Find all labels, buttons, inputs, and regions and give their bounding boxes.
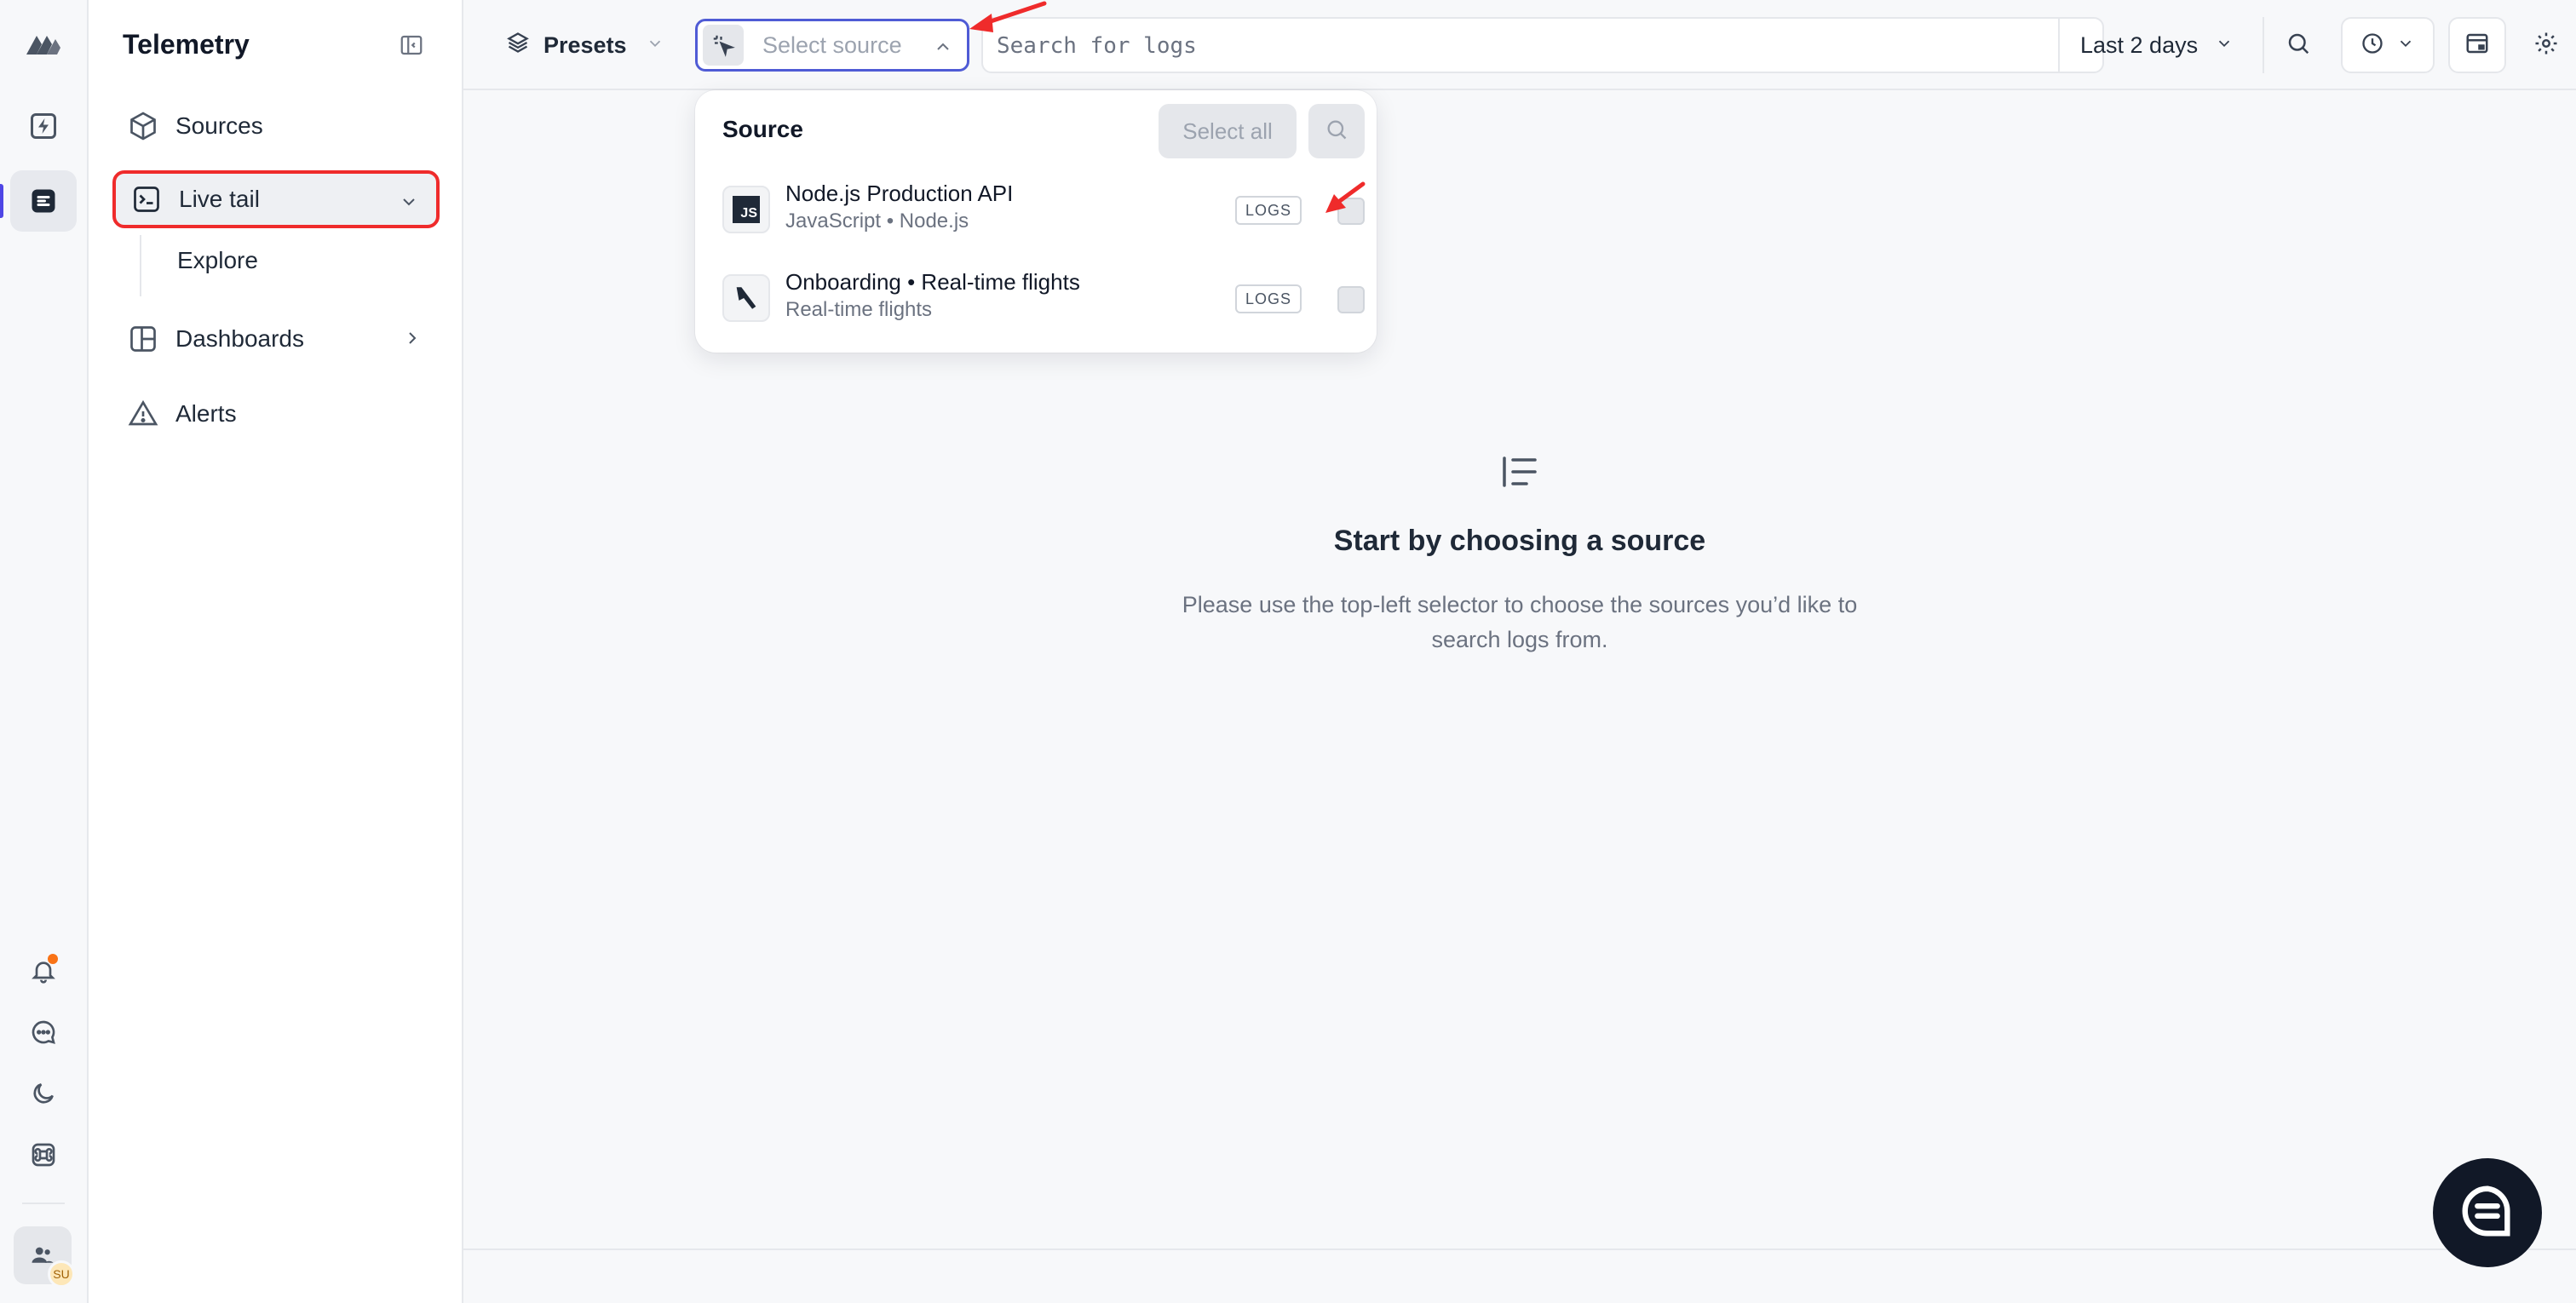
select-source-label: Select source: [762, 32, 902, 58]
gear-icon: [2533, 31, 2559, 60]
source-name: Node.js Production API: [785, 181, 1014, 206]
logs-tag: LOGS: [1235, 284, 1302, 313]
sidebar-item-live-tail[interactable]: Live tail: [112, 170, 440, 228]
icon-rail: SU: [0, 0, 89, 1303]
cube-icon: [126, 109, 160, 143]
presets-label: Presets: [543, 32, 627, 58]
source-item[interactable]: JS Node.js Production API JavaScript • N…: [722, 174, 1365, 242]
source-dropdown-panel: Source Select all JS Node.js Production …: [695, 90, 1377, 353]
chat-bubble-icon: [2458, 1181, 2517, 1245]
source-subtitle: JavaScript • Node.js: [785, 210, 969, 232]
toolbar: Presets Select source Last 2 days: [463, 0, 2576, 90]
dropdown-title: Source: [722, 116, 803, 142]
empty-state-title: Start by choosing a source: [1333, 525, 1706, 557]
select-all-button[interactable]: Select all: [1159, 104, 1297, 158]
annotation-arrow-icon: [969, 1, 1047, 32]
time-range-label: Last 2 days: [2080, 32, 2199, 58]
avatar[interactable]: SU: [14, 1226, 75, 1288]
dropdown-search-button[interactable]: [1308, 104, 1365, 158]
sidebar-item-label: Sources: [175, 112, 263, 139]
js-icon-text: JS: [733, 196, 760, 223]
chat-support-button[interactable]: [2433, 1158, 2542, 1267]
chevron-right-icon: [402, 327, 423, 354]
source-subtitle: Real-time flights: [785, 298, 933, 321]
airplane-icon: [722, 274, 770, 322]
chevron-up-icon: [933, 37, 953, 61]
javascript-icon: JS: [722, 186, 770, 233]
search-bar: [981, 17, 2104, 73]
sidebar-item-label: Dashboards: [175, 325, 304, 352]
active-indicator: [0, 184, 3, 218]
logs-tag: LOGS: [1235, 196, 1302, 225]
sidebar-item-label: Alerts: [175, 400, 237, 427]
layers-icon: [506, 31, 530, 60]
moon-icon[interactable]: [10, 1063, 77, 1124]
bell-icon[interactable]: [10, 940, 77, 1002]
settings-button[interactable]: [2528, 27, 2564, 63]
logo-icon[interactable]: [10, 14, 77, 75]
select-source-dropdown[interactable]: Select source: [695, 19, 969, 72]
live-refresh-button[interactable]: [2341, 17, 2435, 73]
search-input[interactable]: [997, 29, 2053, 63]
avatar-initials: SU: [48, 1260, 75, 1288]
empty-state-description: Please use the top-left selector to choo…: [1182, 592, 1858, 652]
bolt-icon[interactable]: [10, 95, 77, 157]
chevron-down-icon: [2396, 34, 2415, 57]
chevron-down-icon: [2215, 32, 2234, 59]
alert-triangle-icon: [126, 397, 160, 431]
sidebar-item-sources[interactable]: Sources: [112, 97, 440, 155]
clock-icon: [2360, 32, 2384, 60]
logs-icon[interactable]: [10, 170, 77, 232]
search-icon: [2286, 31, 2311, 60]
search-button[interactable]: [2263, 17, 2332, 73]
time-range-dropdown[interactable]: Last 2 days: [2058, 17, 2263, 73]
notification-dot: [48, 954, 58, 964]
chevron-down-icon: [399, 191, 419, 218]
sidebar-item-explore[interactable]: Explore: [177, 247, 258, 274]
bottom-divider: [463, 1248, 2576, 1250]
chevron-down-icon: [646, 32, 664, 59]
source-checkbox[interactable]: [1337, 286, 1365, 313]
sidebar-item-dashboards[interactable]: Dashboards: [112, 310, 440, 368]
subnav-line: [140, 235, 141, 296]
presets-button[interactable]: Presets: [506, 26, 664, 65]
sidebar-title: Telemetry: [123, 29, 250, 60]
export-button[interactable]: [2448, 17, 2506, 73]
chat-icon[interactable]: [10, 1002, 77, 1063]
sidebar: Telemetry Sources Live tail Explore Dash…: [89, 0, 463, 1303]
dashboard-icon: [126, 322, 160, 356]
list-icon: [1501, 455, 1538, 493]
window-export-icon: [2464, 31, 2490, 60]
sidebar-item-label: Live tail: [179, 186, 260, 212]
source-item[interactable]: Onboarding • Real-time flights Real-time…: [722, 262, 1365, 330]
rail-divider: [22, 1203, 65, 1204]
collapse-sidebar-icon[interactable]: [399, 32, 426, 60]
annotation-arrow-icon: [1325, 181, 1366, 213]
search-icon: [1325, 118, 1348, 146]
command-icon[interactable]: [10, 1124, 77, 1185]
cursor-click-icon: [703, 25, 744, 66]
terminal-icon: [129, 182, 164, 216]
source-name: Onboarding • Real-time flights: [785, 269, 1080, 295]
sidebar-item-alerts[interactable]: Alerts: [112, 385, 440, 443]
